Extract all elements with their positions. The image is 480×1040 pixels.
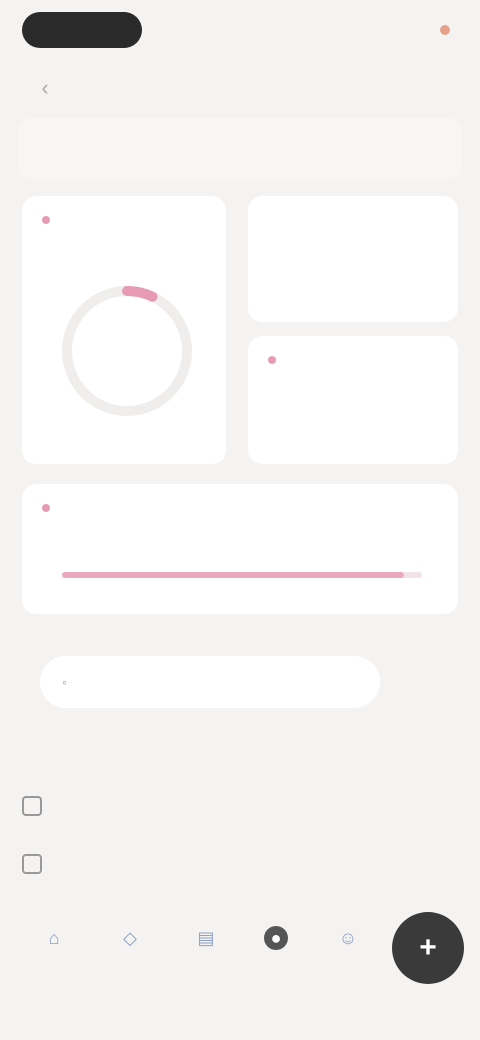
accent-dot-icon xyxy=(42,504,50,512)
ring-value xyxy=(52,276,202,426)
tab-active[interactable]: ● xyxy=(246,926,306,996)
tab-profile[interactable]: ☺ xyxy=(318,926,378,996)
home-icon: ⌂ xyxy=(48,927,60,948)
list-item[interactable] xyxy=(22,788,458,824)
checkbox-icon xyxy=(22,854,42,874)
ring-chart xyxy=(52,276,202,426)
accent-dot-icon xyxy=(268,356,276,364)
progress-card-label xyxy=(42,504,58,512)
progress-card[interactable] xyxy=(22,484,458,614)
list-item[interactable] xyxy=(22,846,458,882)
circle-icon: ● xyxy=(264,926,288,950)
battery-icon xyxy=(440,25,450,35)
checkbox-icon xyxy=(22,796,42,816)
chevron-left-icon: ‹ xyxy=(41,75,49,100)
plus-icon: + xyxy=(419,931,437,964)
status-time xyxy=(22,12,142,48)
progress-track xyxy=(62,572,422,578)
compass-icon: ◇ xyxy=(123,927,137,948)
pill-button[interactable]: ◦ xyxy=(40,656,380,708)
tab-home[interactable]: ⌂ xyxy=(24,926,84,996)
stat-card-2-label xyxy=(268,356,284,364)
add-button[interactable]: + xyxy=(392,912,464,984)
status-bar xyxy=(0,0,480,60)
hero-card[interactable] xyxy=(18,118,462,180)
stat-card-1[interactable] xyxy=(248,196,458,322)
accent-dot-icon xyxy=(42,216,50,224)
ring-card[interactable] xyxy=(22,196,226,464)
back-button[interactable]: ‹ xyxy=(28,74,62,102)
pill-row: ◦ xyxy=(22,656,458,708)
nav-bar: ‹ xyxy=(0,66,480,110)
pill-icon: ◦ xyxy=(62,674,67,690)
stat-card-2[interactable] xyxy=(248,336,458,464)
progress-fill xyxy=(62,572,404,578)
user-icon: ☺ xyxy=(338,927,358,948)
chart-icon: ▤ xyxy=(197,927,215,948)
status-indicators xyxy=(432,20,450,40)
tab-stats[interactable]: ▤ xyxy=(176,926,236,996)
tab-explore[interactable]: ◇ xyxy=(100,926,160,996)
ring-card-label xyxy=(42,216,58,224)
